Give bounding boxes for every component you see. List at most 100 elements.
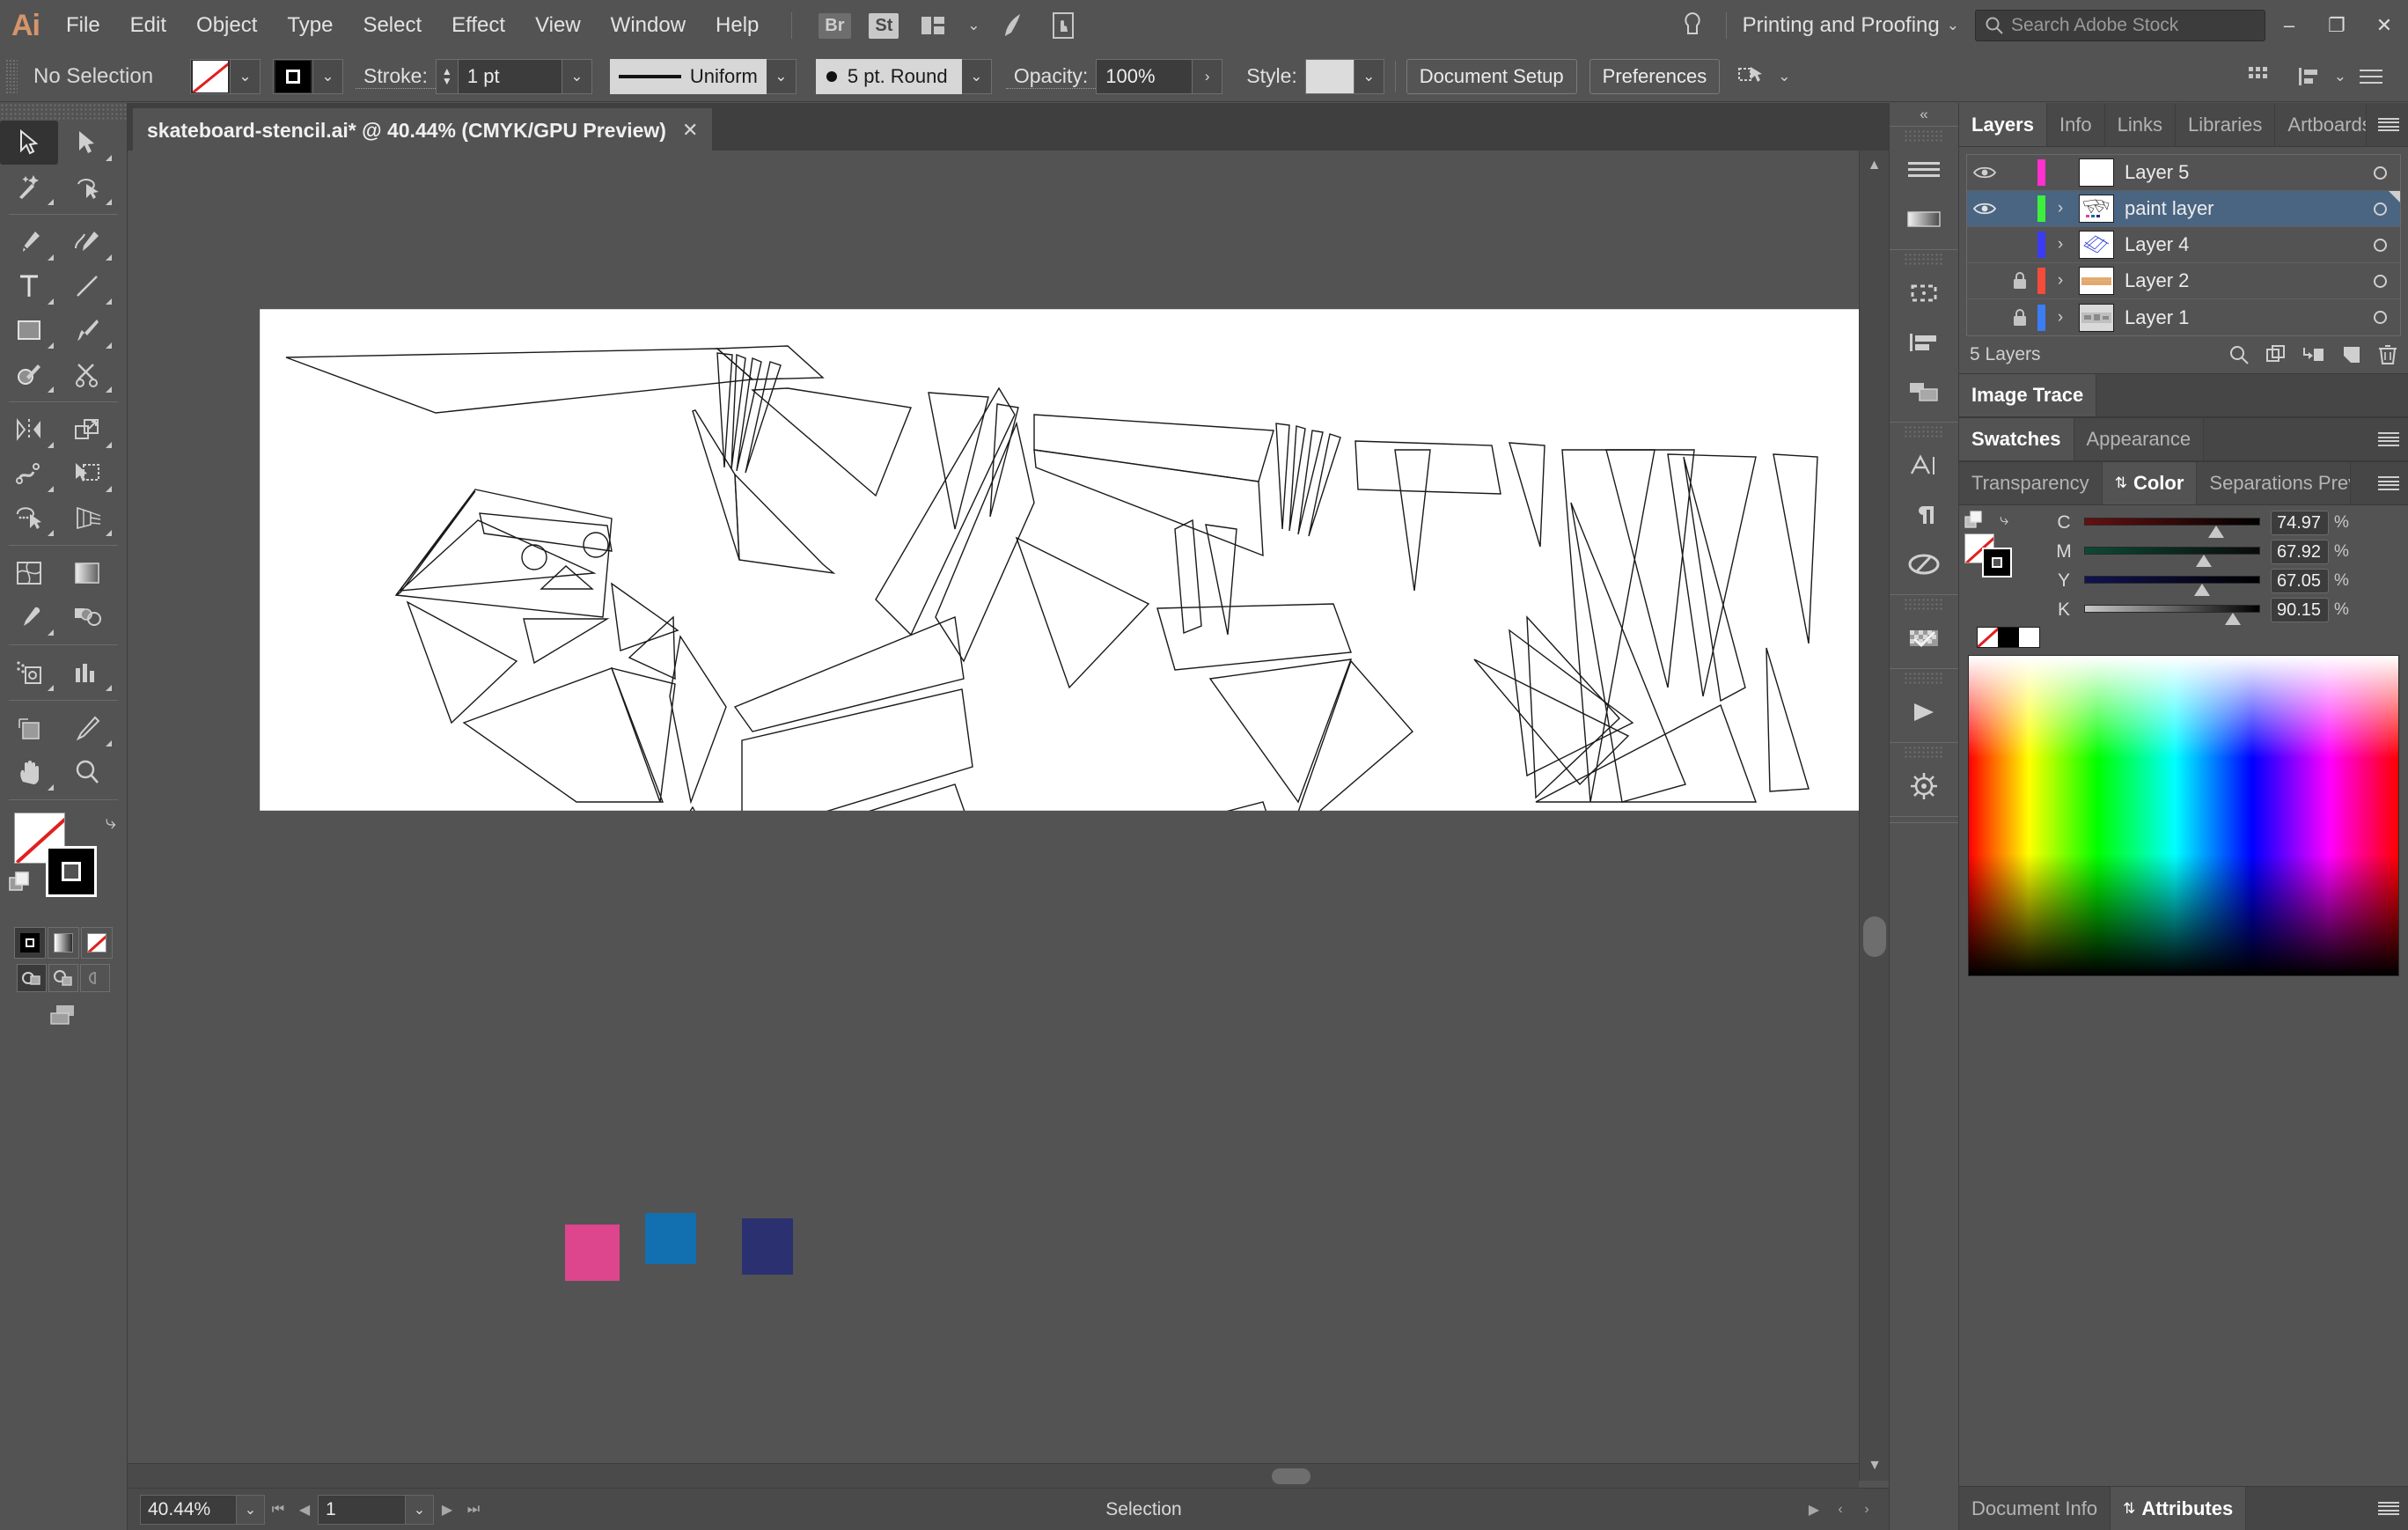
canvas-horizontal-scrollbar[interactable] [128, 1463, 1859, 1488]
toolbar-grip[interactable] [0, 103, 127, 121]
panel-menu-icon[interactable] [2369, 462, 2408, 504]
character-panel-icon[interactable] [1890, 441, 1958, 490]
preferences-button[interactable]: Preferences [1589, 58, 1721, 94]
menu-type[interactable]: Type [272, 0, 348, 51]
align-panel-icon[interactable] [2290, 59, 2329, 94]
normal-screen-mode-button[interactable] [17, 964, 47, 992]
align-panel-icon[interactable] [1890, 318, 1958, 367]
variable-width-chevron-down-icon[interactable]: ⌄ [766, 58, 797, 94]
line-segment-tool[interactable] [58, 264, 116, 308]
panel-menu-icon[interactable] [2369, 103, 2408, 146]
width-tool[interactable] [0, 452, 58, 496]
rotate-tool[interactable] [0, 408, 58, 452]
menu-edit[interactable]: Edit [115, 0, 181, 51]
slice-tool[interactable] [58, 706, 116, 750]
document-setup-button[interactable]: Document Setup [1406, 58, 1577, 94]
mesh-tool[interactable] [0, 551, 58, 595]
navigator-panel-icon[interactable] [1890, 761, 1958, 811]
vertical-scroll-thumb[interactable] [1863, 916, 1886, 957]
blend-tool[interactable] [58, 595, 116, 639]
curvature-tool[interactable] [58, 220, 116, 264]
symbols-panel-icon[interactable] [1890, 540, 1958, 589]
stroke-proxy-black[interactable] [46, 846, 97, 897]
tab-libraries[interactable]: Libraries [2176, 103, 2276, 146]
scroll-up-arrow-icon[interactable]: ▲ [1860, 151, 1889, 180]
pink-swatch[interactable] [565, 1225, 620, 1281]
rectangle-tool[interactable] [0, 308, 58, 352]
magic-wand-tool[interactable] [0, 165, 58, 209]
swap-fill-stroke-icon[interactable]: ⤷ [2000, 511, 2008, 529]
lightbulb-icon[interactable] [1673, 8, 1712, 43]
layer-name[interactable]: Layer 5 [2114, 161, 2189, 184]
target-circle-icon[interactable] [2360, 202, 2400, 216]
align-icon[interactable] [2241, 59, 2280, 94]
black-value-input[interactable]: 90.15 [2271, 598, 2329, 622]
target-circle-icon[interactable] [2360, 311, 2400, 324]
workspace-name[interactable]: Printing and Proofing [1736, 13, 1947, 38]
scroll-right-icon[interactable]: › [1854, 1495, 1880, 1525]
tab-appearance[interactable]: Appearance [2074, 418, 2205, 460]
control-bar-grip[interactable] [5, 58, 18, 94]
stroke-label[interactable]: Stroke: [356, 64, 436, 89]
style-chevron-down-icon[interactable]: ⌄ [1354, 58, 1384, 94]
dock-grip-4[interactable] [1904, 598, 1944, 612]
panel-menu-icon[interactable] [2369, 1487, 2408, 1530]
brush-definition-select[interactable]: 5 pt. Round [815, 58, 962, 94]
stock-icon[interactable]: St [864, 8, 903, 43]
layer-name[interactable]: Layer 2 [2114, 269, 2189, 292]
table-row[interactable]: › paint layer [1967, 191, 2400, 227]
visibility-eye-icon[interactable] [1967, 166, 2002, 180]
stroke-weight-stepper[interactable]: ▲ ▼ [435, 58, 459, 94]
transparency-panel-icon[interactable] [1890, 614, 1958, 663]
none-color-swatch[interactable] [1978, 628, 1999, 647]
color-spectrum-picker[interactable] [1968, 655, 2399, 976]
perspective-grid-tool[interactable] [58, 496, 116, 540]
stroke-weight-input[interactable]: 1 pt [458, 58, 562, 94]
table-row[interactable]: › Layer 2 [1967, 263, 2400, 299]
dock-grip-5[interactable] [1904, 672, 1944, 686]
lock-icon[interactable] [2002, 272, 2037, 290]
expand-arrow-icon[interactable]: › [2045, 271, 2075, 291]
table-row[interactable]: Layer 5 [1967, 155, 2400, 191]
black-slider[interactable] [2084, 605, 2260, 625]
paintbrush-tool[interactable] [58, 308, 116, 352]
gradient-mode-button[interactable] [48, 927, 79, 959]
tab-layers[interactable]: Layers [1959, 103, 2047, 146]
artboard-tool[interactable] [0, 706, 58, 750]
scroll-left-icon[interactable]: ‹ [1827, 1495, 1854, 1525]
tab-artboards[interactable]: Artboards [2275, 103, 2368, 146]
cyan-value-input[interactable]: 74.97 [2271, 511, 2329, 535]
selection-tool[interactable] [0, 121, 58, 165]
color-stroke-proxy-black[interactable] [1982, 548, 2012, 577]
tab-links[interactable]: Links [2104, 103, 2177, 146]
opacity-label[interactable]: Opacity: [1005, 64, 1097, 89]
fill-color-button[interactable] [190, 58, 231, 94]
symbol-sprayer-tool[interactable] [0, 651, 58, 695]
touch-workspace-icon[interactable] [1044, 8, 1083, 43]
variable-width-profile-select[interactable]: Uniform [609, 58, 767, 94]
scissors-tool[interactable] [58, 352, 116, 396]
yellow-slider[interactable] [2084, 576, 2260, 596]
arrange-documents-icon[interactable] [914, 8, 952, 43]
layer-name[interactable]: paint layer [2114, 197, 2214, 220]
target-circle-icon[interactable] [2360, 166, 2400, 180]
menu-help[interactable]: Help [701, 0, 774, 51]
horizontal-scroll-thumb[interactable] [1272, 1468, 1310, 1484]
select-similar-chevron-down-icon[interactable]: ⌄ [1778, 68, 1790, 85]
full-screen-with-menu-button[interactable] [48, 964, 78, 992]
pathfinder-panel-icon[interactable] [1890, 268, 1958, 318]
select-similar-objects-icon[interactable] [1734, 59, 1773, 94]
zoom-level-input[interactable]: 40.44% [140, 1494, 237, 1525]
opacity-input[interactable]: 100% [1096, 58, 1193, 94]
rocket-icon[interactable] [995, 8, 1033, 43]
paragraph-panel-icon[interactable] [1890, 490, 1958, 540]
blue-swatch[interactable] [645, 1213, 696, 1264]
align-chevron-down-icon[interactable]: ⌄ [2334, 68, 2346, 85]
default-fill-stroke-icon[interactable] [1964, 511, 1987, 536]
actions-panel-icon[interactable] [1890, 688, 1958, 737]
status-menu-arrow-icon[interactable]: ▶ [1801, 1495, 1827, 1525]
next-artboard-button[interactable]: ▶ [434, 1495, 460, 1525]
tab-transparency[interactable]: Transparency [1959, 462, 2103, 504]
tab-image-trace[interactable]: Image Trace [1959, 374, 2097, 416]
zoom-tool[interactable] [58, 750, 116, 794]
